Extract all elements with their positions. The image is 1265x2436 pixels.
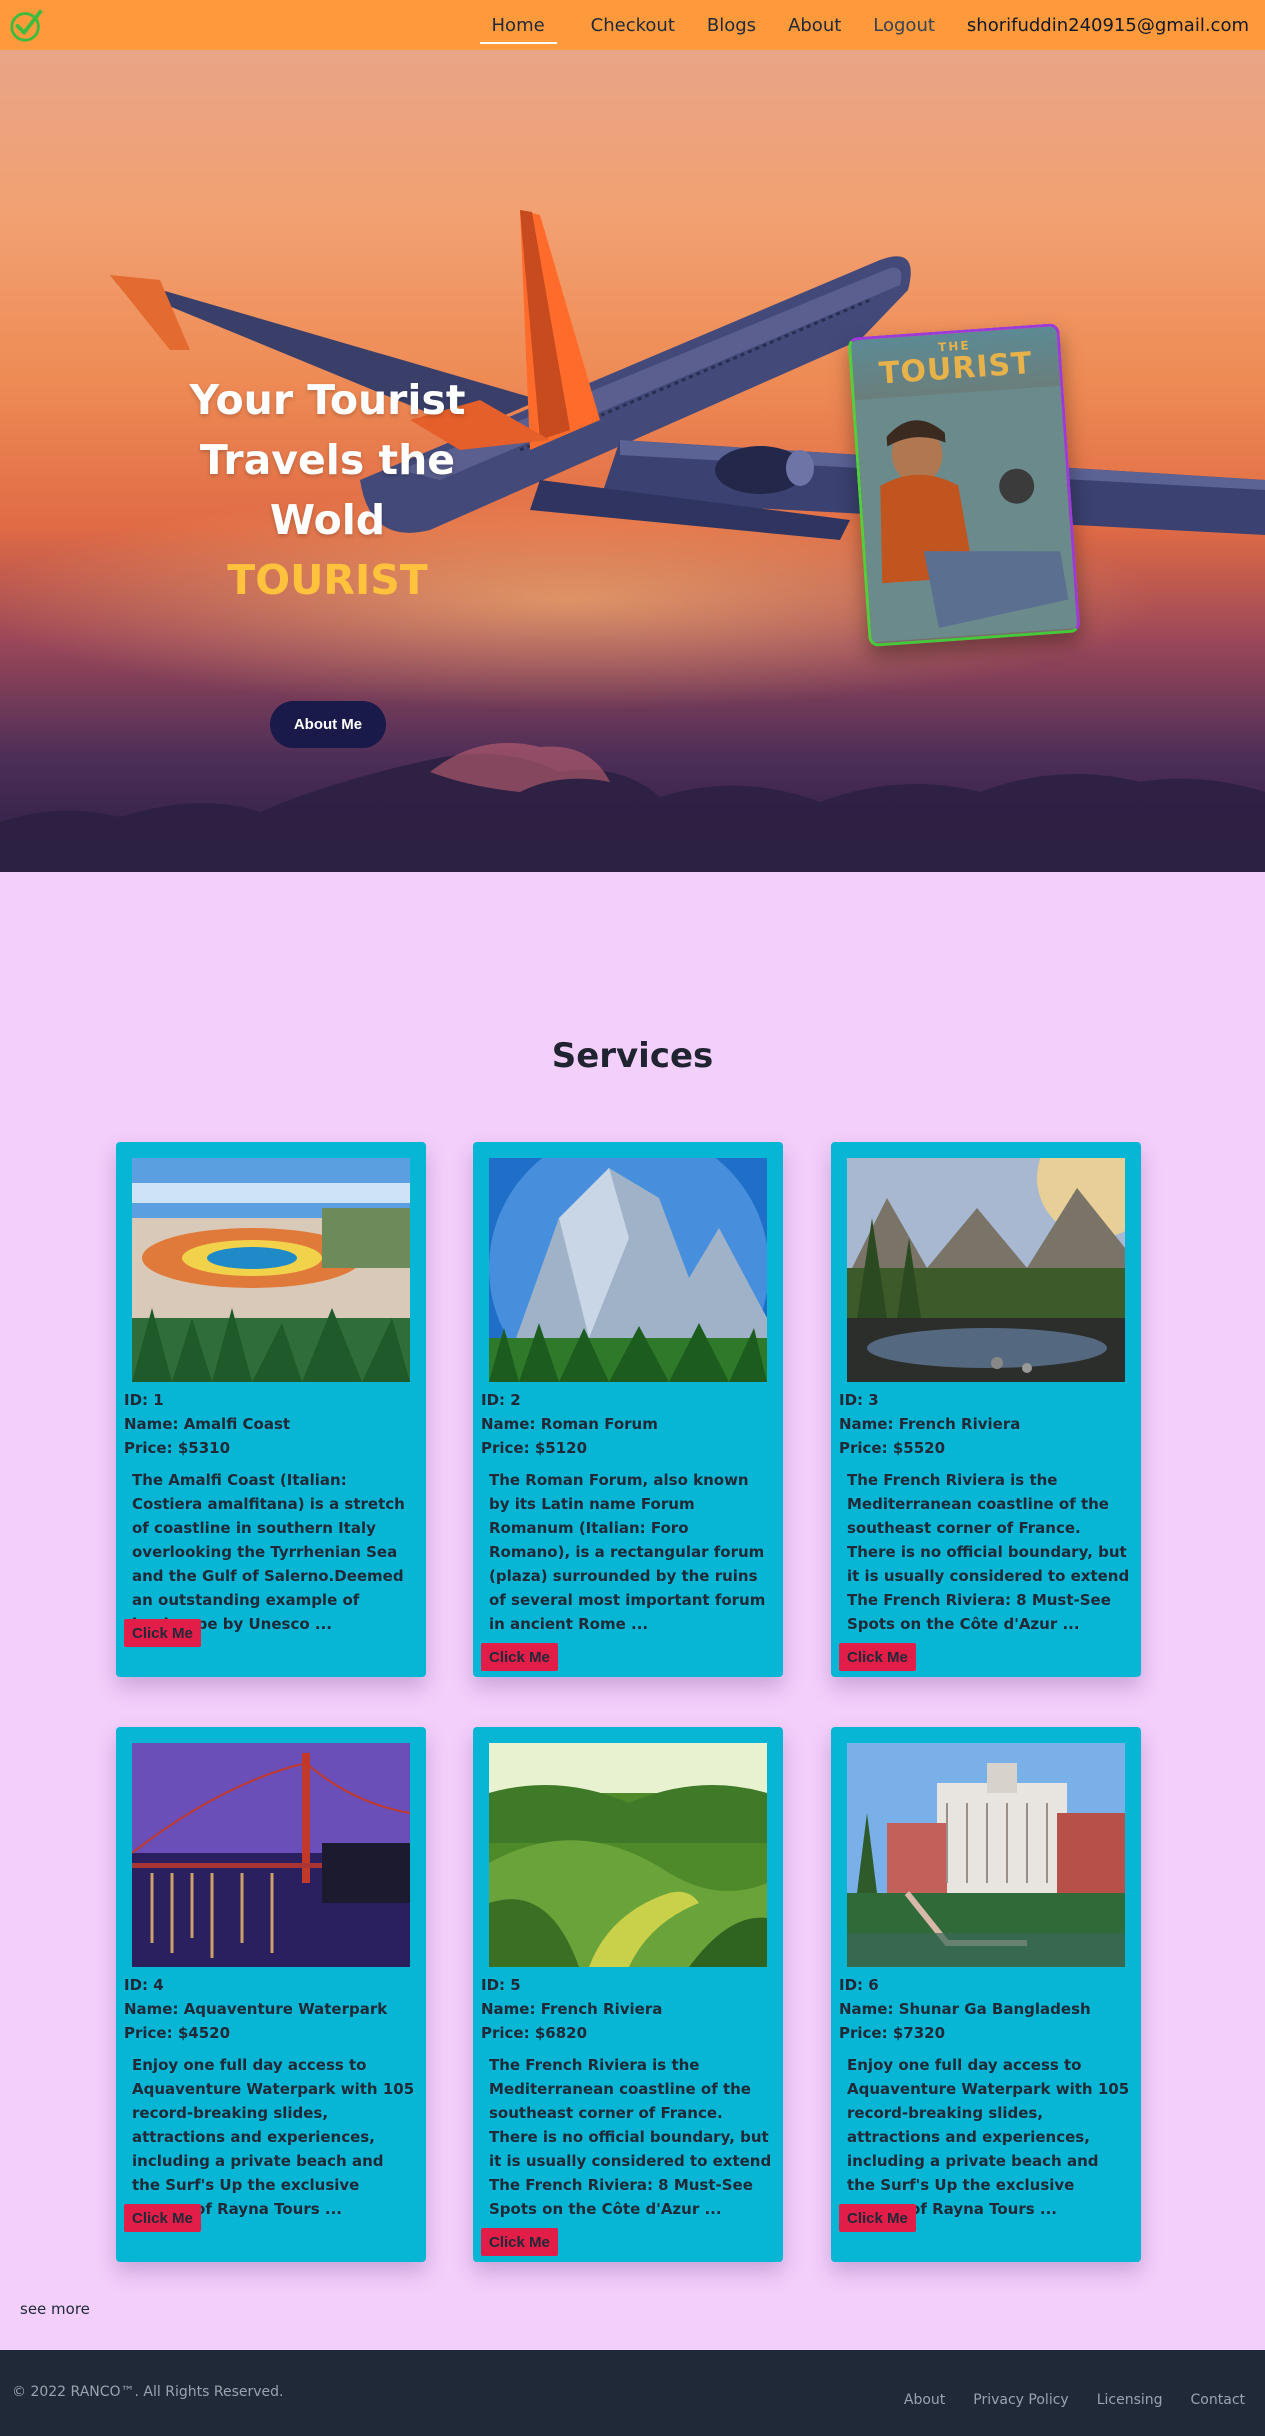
card-name: Name: Amalfi Coast <box>124 1415 291 1433</box>
card-id: ID: 2 <box>481 1391 521 1409</box>
navbar: Home Checkout Blogs About Logout shorifu… <box>0 0 1265 50</box>
card-price: Price: $4520 <box>124 2024 231 2042</box>
card-name: Name: French Riviera <box>839 1415 1021 1433</box>
card-image-valley-river <box>847 1158 1125 1382</box>
service-card: ID: 3 Name: French Riviera Price: $5520 … <box>831 1142 1141 1677</box>
card-description: The Amalfi Coast (Italian: Costiera amal… <box>132 1471 405 1633</box>
card-image-mountain <box>489 1158 767 1382</box>
user-email: shorifuddin240915@gmail.com <box>966 14 1249 36</box>
nav-checkout[interactable]: Checkout <box>591 15 675 36</box>
footer: © 2022 RANCO™. All Rights Reserved. Abou… <box>0 2350 1265 2436</box>
footer-link-about[interactable]: About <box>904 2392 945 2408</box>
card-name: Name: French Riviera <box>481 2000 663 2018</box>
card-image-hot-spring <box>132 1158 410 1382</box>
card-id: ID: 3 <box>839 1391 879 1409</box>
card-name: Name: Roman Forum <box>481 1415 658 1433</box>
card-image-bridge-night <box>132 1743 410 1967</box>
card-description: The Roman Forum, also known by its Latin… <box>489 1471 766 1633</box>
nav-logout[interactable]: Logout <box>873 15 935 36</box>
footer-link-licensing[interactable]: Licensing <box>1097 2392 1163 2408</box>
about-me-button[interactable]: About Me <box>270 701 386 748</box>
hero-accent-text: TOURIST <box>227 556 428 604</box>
nav-about[interactable]: About <box>788 15 841 36</box>
click-me-button[interactable]: Click Me <box>124 2204 201 2232</box>
card-description: The French Riviera is the Mediterranean … <box>489 2056 772 2218</box>
card-description: Enjoy one full day access to Aquaventure… <box>132 2056 415 2218</box>
service-card: ID: 1 Name: Amalfi Coast Price: $5310 Th… <box>116 1142 426 1677</box>
card-id: ID: 1 <box>124 1391 164 1409</box>
hero-title-line-2: Travels the <box>199 436 456 484</box>
footer-link-privacy-policy[interactable]: Privacy Policy <box>973 2392 1068 2408</box>
tourist-book-cover: THE TOURIST <box>847 322 1081 648</box>
card-image-palace <box>847 1743 1125 1967</box>
service-card: ID: 4 Name: Aquaventure Waterpark Price:… <box>116 1727 426 2262</box>
click-me-button[interactable]: Click Me <box>839 1643 916 1671</box>
nav-blogs[interactable]: Blogs <box>707 15 756 36</box>
card-price: Price: $5310 <box>124 1439 231 1457</box>
card-name: Name: Shunar Ga Bangladesh <box>839 2000 1091 2018</box>
hero-title-line-1: Your Tourist <box>189 376 466 424</box>
checkmark-logo-icon[interactable] <box>8 6 46 44</box>
services-section: Services ID: 1 Name: Amalfi Coast Price:… <box>0 872 1265 2350</box>
service-card: ID: 5 Name: French Riviera Price: $6820 … <box>473 1727 783 2262</box>
card-name: Name: Aquaventure Waterpark <box>124 2000 388 2018</box>
card-description: Enjoy one full day access to Aquaventure… <box>847 2056 1130 2218</box>
nav-home[interactable]: Home <box>479 15 557 44</box>
footer-links: About Privacy Policy Licensing Contact <box>876 2392 1245 2408</box>
click-me-button[interactable]: Click Me <box>481 2228 558 2256</box>
cloud-silhouettes <box>0 742 1265 872</box>
card-price: Price: $6820 <box>481 2024 588 2042</box>
hero-heading: Your Tourist Travels the Wold TOURIST <box>170 370 485 610</box>
click-me-button[interactable]: Click Me <box>839 2204 916 2232</box>
see-more-link[interactable]: see more <box>20 2300 90 2318</box>
card-id: ID: 6 <box>839 1976 879 1994</box>
click-me-button[interactable]: Click Me <box>481 1643 558 1671</box>
click-me-button[interactable]: Click Me <box>124 1619 201 1647</box>
card-price: Price: $5120 <box>481 1439 588 1457</box>
card-price: Price: $5520 <box>839 1439 946 1457</box>
services-title: Services <box>551 1036 714 1076</box>
card-description: The French Riviera is the Mediterranean … <box>847 1471 1130 1633</box>
service-card: ID: 6 Name: Shunar Ga Bangladesh Price: … <box>831 1727 1141 2262</box>
card-id: ID: 5 <box>481 1976 521 1994</box>
card-id: ID: 4 <box>124 1976 164 1994</box>
footer-link-contact[interactable]: Contact <box>1191 2392 1245 2408</box>
service-card: ID: 2 Name: Roman Forum Price: $5120 The… <box>473 1142 783 1677</box>
hero-title-line-3: Wold <box>269 496 386 544</box>
card-price: Price: $7320 <box>839 2024 946 2042</box>
copyright-text: © 2022 RANCO™. All Rights Reserved. <box>12 2384 284 2400</box>
card-image-tea-hills <box>489 1743 767 1967</box>
nav-links: Home Checkout Blogs About Logout shorifu… <box>460 0 1249 50</box>
hero-banner: THE TOURIST Your Tourist Travels the Wol… <box>0 50 1265 872</box>
